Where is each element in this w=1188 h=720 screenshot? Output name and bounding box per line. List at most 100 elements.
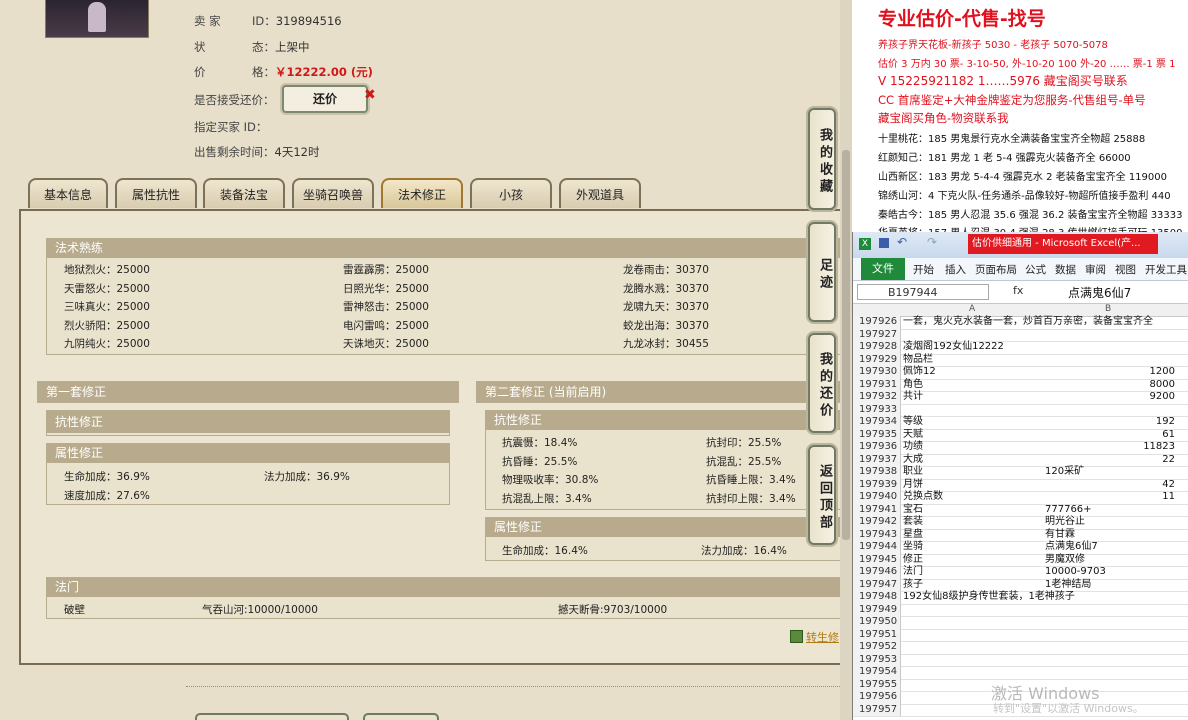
cell-a[interactable]: 192女仙8级护身传世套装，1老神孩子	[903, 591, 1075, 604]
row-number[interactable]: 197950	[853, 616, 901, 629]
tab-attributes[interactable]: 属性抗性	[115, 178, 197, 208]
row-number[interactable]: 197928	[853, 341, 901, 354]
convert-link[interactable]: 转生修	[806, 629, 839, 645]
cell-b-number[interactable]: 22	[1045, 454, 1175, 467]
undo-icon[interactable]: ↶	[897, 235, 907, 249]
sheet-row[interactable]: 197954	[853, 666, 1188, 680]
cell-b-number[interactable]: 42	[1045, 479, 1175, 492]
row-number[interactable]: 197932	[853, 391, 901, 404]
my-counter-offers-button[interactable]: 我的还价	[808, 333, 836, 433]
sheet-row[interactable]: 197941 宝石 777766+	[853, 503, 1188, 517]
cell-b-text[interactable]: 点满鬼6仙7	[1045, 541, 1098, 554]
cell-a[interactable]: 套装	[903, 516, 923, 529]
page-scrollbar[interactable]	[840, 0, 852, 720]
sheet-row[interactable]: 197938 职业 120采矿	[853, 466, 1188, 480]
name-box[interactable]: B197944	[857, 284, 989, 300]
ribbon-tab-view[interactable]: 视图	[1115, 262, 1136, 277]
cell-a[interactable]: 等级	[903, 416, 923, 429]
ribbon-tab-home[interactable]: 开始	[913, 262, 934, 277]
sheet-row[interactable]: 197931 角色 8000	[853, 378, 1188, 392]
cell-a[interactable]: 月饼	[903, 479, 923, 492]
save-icon[interactable]	[879, 238, 889, 248]
sheet-row[interactable]: 197942 套装 明光谷止	[853, 516, 1188, 530]
cell-b-text[interactable]: 120采矿	[1045, 466, 1084, 479]
ribbon-tab-developer[interactable]: 开发工具	[1145, 262, 1187, 277]
row-number[interactable]: 197955	[853, 678, 901, 691]
sheet-row[interactable]: 197945 修正 男魔双修	[853, 553, 1188, 567]
cell-a[interactable]: 一套，鬼火克水装备一套，炒首百万亲密，装备宝宝齐全	[903, 316, 1153, 329]
cell-b-text[interactable]: 10000-9703	[1045, 566, 1106, 579]
sheet-row[interactable]: 197947 孩子 1老神结局	[853, 578, 1188, 592]
sheet-row[interactable]: 197930 佩饰12 1200	[853, 366, 1188, 380]
footprint-button[interactable]: 足迹	[808, 222, 836, 322]
row-number[interactable]: 197949	[853, 603, 901, 616]
scrollbar-thumb[interactable]	[842, 150, 850, 540]
cell-a[interactable]: 孩子	[903, 579, 923, 592]
cell-a[interactable]: 凌烟阁192女仙12222	[903, 341, 1004, 354]
sheet-row[interactable]: 197953	[853, 653, 1188, 667]
sheet-row[interactable]: 197927	[853, 328, 1188, 342]
bottom-action-button[interactable]	[195, 713, 349, 720]
column-header-a[interactable]: A	[969, 304, 975, 314]
cell-b-text[interactable]: 男魔双修	[1045, 554, 1085, 567]
cell-b-number[interactable]: 11	[1045, 491, 1175, 504]
sheet-row[interactable]: 197937 大成 22	[853, 453, 1188, 467]
sheet-row[interactable]: 197939 月饼 42	[853, 478, 1188, 492]
sheet-row[interactable]: 197952	[853, 641, 1188, 655]
sheet-row[interactable]: 197949	[853, 603, 1188, 617]
cell-b-text[interactable]: 明光谷止	[1045, 516, 1085, 529]
ribbon-tab-insert[interactable]: 插入	[945, 262, 966, 277]
cell-a[interactable]: 角色	[903, 379, 923, 392]
row-number[interactable]: 197930	[853, 366, 901, 379]
row-number[interactable]: 197937	[853, 453, 901, 466]
row-number[interactable]: 197931	[853, 378, 901, 391]
row-number[interactable]: 197934	[853, 416, 901, 429]
row-number[interactable]: 197953	[853, 653, 901, 666]
row-number[interactable]: 197952	[853, 641, 901, 654]
sheet-row[interactable]: 197943 星盘 有甘霖	[853, 528, 1188, 542]
row-number[interactable]: 197938	[853, 466, 901, 479]
row-number[interactable]: 197940	[853, 491, 901, 504]
sheet-row[interactable]: 197933	[853, 403, 1188, 417]
row-number[interactable]: 197927	[853, 328, 901, 341]
tab-equipment[interactable]: 装备法宝	[203, 178, 285, 208]
cell-b-text[interactable]: 1老神结局	[1045, 579, 1091, 592]
cell-a[interactable]: 大成	[903, 454, 923, 467]
cell-b-number[interactable]: 61	[1045, 429, 1175, 442]
cell-b-text[interactable]: 777766+	[1045, 504, 1092, 517]
cell-b-number[interactable]: 192	[1045, 416, 1175, 429]
cell-b-text[interactable]: 有甘霖	[1045, 529, 1075, 542]
row-number[interactable]: 197957	[853, 703, 901, 716]
cell-a[interactable]: 功绩	[903, 441, 923, 454]
sheet-row[interactable]: 197944 坐骑 点满鬼6仙7	[853, 541, 1188, 555]
row-number[interactable]: 197939	[853, 478, 901, 491]
row-number[interactable]: 197942	[853, 516, 901, 529]
cell-a[interactable]: 天赋	[903, 429, 923, 442]
cell-a[interactable]: 修正	[903, 554, 923, 567]
row-number[interactable]: 197929	[853, 353, 901, 366]
row-number[interactable]: 197935	[853, 428, 901, 441]
row-number[interactable]: 197936	[853, 441, 901, 454]
tab-basic-info[interactable]: 基本信息	[28, 178, 108, 208]
sheet-row[interactable]: 197950	[853, 616, 1188, 630]
tab-children[interactable]: 小孩	[470, 178, 552, 208]
cell-b-number[interactable]: 9200	[1045, 391, 1175, 404]
cell-b-number[interactable]: 1200	[1045, 366, 1175, 379]
row-number[interactable]: 197954	[853, 666, 901, 679]
sheet-row[interactable]: 197946 法门 10000-9703	[853, 566, 1188, 580]
cell-a[interactable]: 法门	[903, 566, 923, 579]
sheet-row[interactable]: 197932 共计 9200	[853, 391, 1188, 405]
tab-spell-correction[interactable]: 法术修正	[381, 178, 463, 208]
counter-offer-button[interactable]: 还价	[282, 85, 368, 113]
row-number[interactable]: 197941	[853, 503, 901, 516]
cell-a[interactable]: 职业	[903, 466, 923, 479]
row-number[interactable]: 197926	[853, 316, 901, 329]
back-to-top-button[interactable]: 返回顶部	[808, 445, 836, 545]
row-number[interactable]: 197948	[853, 591, 901, 604]
sheet-row[interactable]: 197936 功绩 11823	[853, 441, 1188, 455]
row-number[interactable]: 197944	[853, 541, 901, 554]
cell-a[interactable]: 星盘	[903, 529, 923, 542]
tab-mounts[interactable]: 坐骑召唤兽	[292, 178, 374, 208]
sheet-row[interactable]: 197951	[853, 628, 1188, 642]
row-number[interactable]: 197947	[853, 578, 901, 591]
